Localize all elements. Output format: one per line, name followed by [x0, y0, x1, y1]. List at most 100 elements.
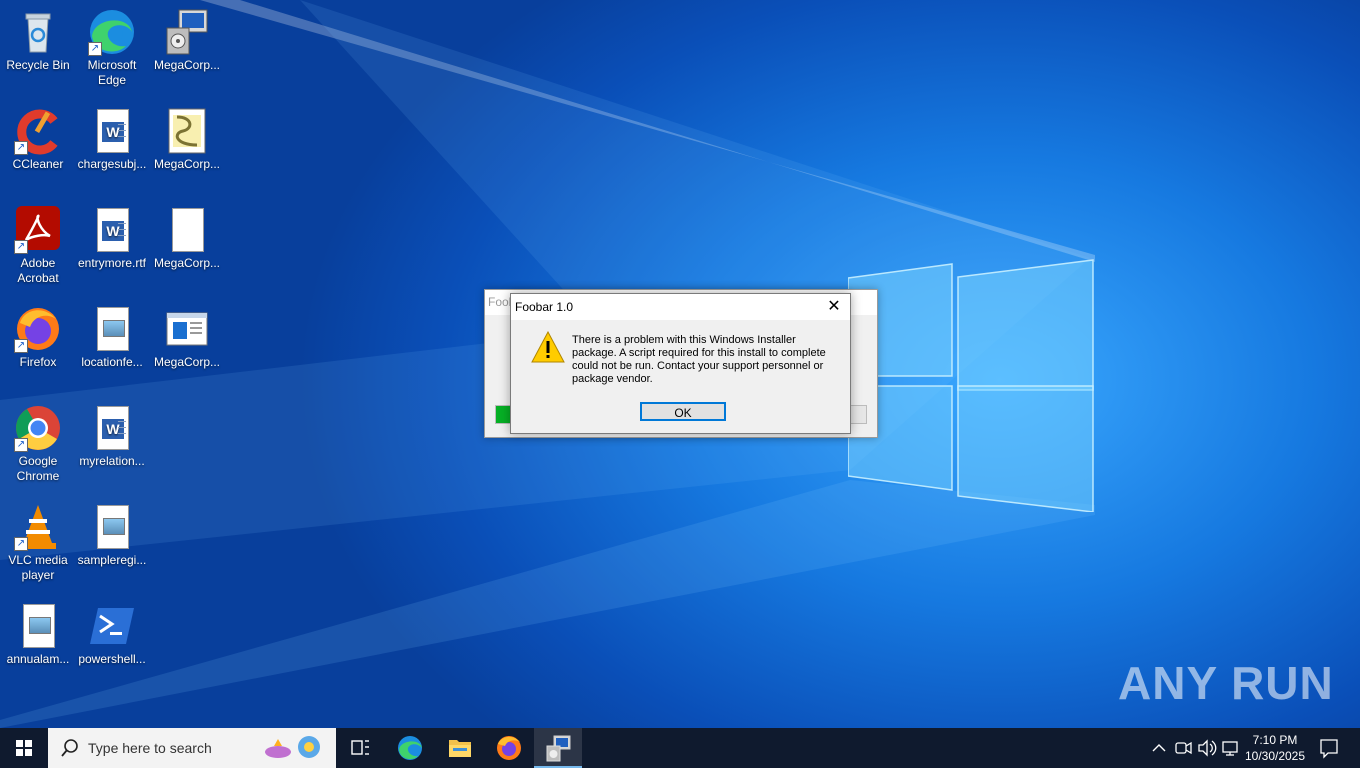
close-icon: ✕: [827, 298, 841, 315]
action-center-button[interactable]: [1314, 728, 1344, 768]
task-view-icon: [351, 740, 369, 755]
task-view-button[interactable]: [336, 728, 384, 768]
ok-button[interactable]: OK: [640, 402, 726, 421]
word-doc-icon: W: [88, 206, 136, 254]
desktop-icon-entrymore[interactable]: W entrymore.rtf: [74, 206, 150, 271]
desktop-icon-label: annualam...: [6, 652, 70, 666]
desktop-icon-label: myrelation...: [79, 454, 145, 468]
clock-date: 10/30/2025: [1244, 749, 1306, 763]
vlc-icon: ↗: [14, 503, 62, 551]
desktop-icon-label: MegaCorp...: [153, 58, 221, 72]
image-file-icon: [88, 503, 136, 551]
desktop-icon-label: MegaCorp...: [153, 157, 221, 171]
recycle-bin-icon: [14, 8, 62, 56]
desktop-icon-myrelation[interactable]: W myrelation...: [74, 404, 150, 469]
taskbar-file-explorer[interactable]: [436, 728, 484, 768]
desktop-icon-locationfe[interactable]: locationfe...: [74, 305, 150, 370]
desktop-icon-label: MegaCorp...: [153, 256, 221, 270]
shortcut-arrow-icon: ↗: [14, 240, 28, 254]
desktop-icon-powershell[interactable]: powershell...: [74, 602, 150, 667]
desktop-icon-megacorp-installer[interactable]: MegaCorp...: [149, 8, 225, 73]
clock[interactable]: 7:10 PM 10/30/2025: [1242, 732, 1308, 764]
desktop-icon-microsoft-edge[interactable]: ↗ Microsoft Edge: [74, 8, 150, 88]
show-hidden-icons-button[interactable]: [1148, 728, 1170, 768]
shortcut-arrow-icon: ↗: [14, 537, 28, 551]
camera-icon: [1175, 741, 1192, 755]
desktop-icon-label: VLC media player: [8, 553, 68, 582]
dialog-title: Foobar 1.0: [515, 300, 574, 314]
desktop-icon-vlc[interactable]: ↗ VLC media player: [0, 503, 76, 583]
desktop-icon-chargesubj[interactable]: W chargesubj...: [74, 107, 150, 172]
desktop-icon-label: locationfe...: [81, 355, 143, 369]
word-doc-icon: W: [88, 107, 136, 155]
powershell-icon: [88, 602, 136, 650]
shortcut-arrow-icon: ↗: [14, 141, 28, 155]
folder-icon: [449, 740, 471, 757]
search-icon: [61, 739, 78, 757]
taskbar-installer[interactable]: [534, 728, 582, 768]
close-button[interactable]: ✕: [818, 294, 850, 320]
desktop-icon-annualam[interactable]: annualam...: [0, 602, 76, 667]
word-doc-icon: W: [88, 404, 136, 452]
blank-file-icon: [163, 206, 211, 254]
desktop-icon-google-chrome[interactable]: ↗ Google Chrome: [0, 404, 76, 484]
search-box[interactable]: Type here to search: [48, 728, 336, 768]
warning-icon: [531, 331, 565, 363]
tray-network[interactable]: [1220, 728, 1242, 768]
taskbar-edge[interactable]: [386, 728, 434, 768]
desktop-icon-ccleaner[interactable]: ↗ CCleaner: [0, 107, 76, 172]
dialog-message: There is a problem with this Windows Ins…: [572, 334, 826, 385]
desktop-icon-megacorp-app[interactable]: MegaCorp...: [149, 305, 225, 370]
windows-logo-wallpaper: [848, 259, 1094, 512]
desktop-icon-adobe-acrobat[interactable]: ↗ Adobe Acrobat: [0, 206, 76, 286]
windows-start-icon: [16, 740, 32, 756]
desktop-icon-label: Recycle Bin: [6, 58, 70, 72]
image-file-icon: [88, 305, 136, 353]
search-placeholder: Type here to search: [88, 740, 212, 756]
desktop-icon-label: CCleaner: [12, 157, 64, 171]
edge-icon: ↗: [88, 8, 136, 56]
watermark: ANY RUN: [1118, 657, 1334, 709]
clock-time: 7:10 PM: [1252, 733, 1298, 747]
ccleaner-icon: ↗: [14, 107, 62, 155]
firefox-icon: ↗: [14, 305, 62, 353]
taskbar-firefox[interactable]: [485, 728, 533, 768]
desktop-icon-label: Google Chrome: [16, 454, 60, 483]
desktop-icon-megacorp-file[interactable]: MegaCorp...: [149, 206, 225, 271]
script-icon: [163, 107, 211, 155]
desktop-icon-label: powershell...: [78, 652, 146, 666]
chevron-up-icon: [1152, 744, 1166, 752]
window-app-icon: [163, 305, 211, 353]
tray-meet-now[interactable]: [1172, 728, 1194, 768]
error-dialog: Foobar 1.0 ✕ There is a problem with thi…: [510, 293, 851, 434]
image-file-icon: [14, 602, 62, 650]
desktop-icon-label: MegaCorp...: [153, 355, 221, 369]
notification-icon: [1320, 739, 1338, 759]
desktop: Recycle Bin ↗ CCleaner ↗ Adobe Acrobat ↗…: [0, 0, 1360, 728]
desktop-icon-megacorp-script[interactable]: MegaCorp...: [149, 107, 225, 172]
desktop-icon-label: Microsoft Edge: [87, 58, 137, 87]
speaker-icon: [1198, 739, 1217, 757]
desktop-icon-firefox[interactable]: ↗ Firefox: [0, 305, 76, 370]
desktop-icon-label: sampleregi...: [77, 553, 147, 567]
installer-icon: [163, 8, 211, 56]
edge-icon: [398, 736, 422, 760]
start-button[interactable]: [0, 728, 48, 768]
tray-volume[interactable]: [1196, 728, 1218, 768]
shortcut-arrow-icon: ↗: [14, 438, 28, 452]
shortcut-arrow-icon: ↗: [88, 42, 102, 56]
installer-icon: [546, 735, 571, 762]
network-icon: [1222, 741, 1238, 756]
desktop-icon-label: Adobe Acrobat: [17, 256, 59, 285]
desktop-icon-sampleregi[interactable]: sampleregi...: [74, 503, 150, 568]
desktop-icon-label: entrymore.rtf: [77, 256, 146, 270]
search-highlight-icon: [265, 736, 320, 758]
desktop-icon-label: chargesubj...: [77, 157, 147, 171]
acrobat-icon: ↗: [14, 206, 62, 254]
taskbar: Type here to search 7:10 PM 10/30/2025: [0, 728, 1360, 768]
desktop-icon-label: Firefox: [19, 355, 57, 369]
firefox-icon: [497, 736, 521, 760]
installer-progress-fill: [496, 406, 511, 423]
chrome-icon: ↗: [14, 404, 62, 452]
desktop-icon-recycle-bin[interactable]: Recycle Bin: [0, 8, 76, 73]
